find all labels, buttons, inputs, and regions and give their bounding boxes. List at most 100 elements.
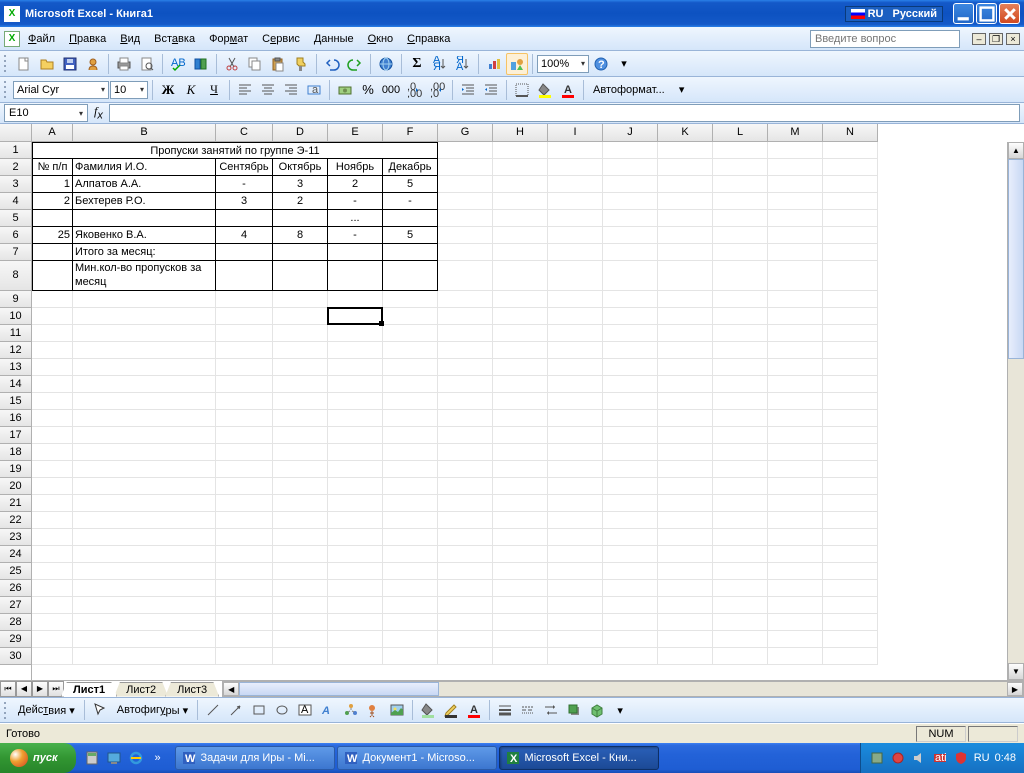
cell[interactable]: ... [328,210,383,227]
row-header[interactable]: 10 [0,308,31,325]
cell[interactable] [383,580,438,597]
cell[interactable] [273,376,328,393]
cell[interactable] [658,359,713,376]
cell[interactable]: 3 [273,176,328,193]
cell[interactable] [603,563,658,580]
row-headers[interactable]: 1234567891011121314151617181920212223242… [0,142,32,680]
fx-icon[interactable]: fx [94,104,103,121]
cell[interactable] [273,427,328,444]
print-icon[interactable] [113,53,135,75]
col-header-C[interactable]: C [216,124,273,142]
cell[interactable] [328,546,383,563]
cell[interactable] [768,580,823,597]
cell[interactable] [383,461,438,478]
cell[interactable] [548,176,603,193]
cell[interactable] [383,631,438,648]
diagram-icon[interactable] [340,699,362,721]
doc-excel-icon[interactable]: X [4,31,20,47]
line-style-icon[interactable] [494,699,516,721]
row-header[interactable]: 22 [0,512,31,529]
cell[interactable] [548,376,603,393]
cell[interactable] [73,427,216,444]
cell[interactable] [603,393,658,410]
ql-chevron-icon[interactable]: » [148,747,168,769]
cell[interactable] [768,193,823,210]
cell[interactable] [383,325,438,342]
cell[interactable] [713,461,768,478]
cell[interactable] [328,410,383,427]
cell[interactable] [73,563,216,580]
cell[interactable]: Яковенко В.А. [73,227,216,244]
3d-icon[interactable] [586,699,608,721]
cell[interactable] [216,393,273,410]
cut-icon[interactable] [221,53,243,75]
help-icon[interactable]: ? [590,53,612,75]
save-icon[interactable] [59,53,81,75]
cell[interactable] [658,495,713,512]
cell[interactable] [32,444,73,461]
row-header[interactable]: 5 [0,210,31,227]
cell[interactable] [603,495,658,512]
cell[interactable]: 5 [383,227,438,244]
cell[interactable] [768,631,823,648]
cell[interactable] [713,597,768,614]
cell[interactable] [216,342,273,359]
task-excel[interactable]: XMicrosoft Excel - Кни... [499,746,659,770]
cell[interactable] [823,359,878,376]
cell[interactable] [273,342,328,359]
cell[interactable] [658,461,713,478]
cell[interactable] [658,244,713,261]
cell[interactable] [603,359,658,376]
cell[interactable] [603,291,658,308]
cell[interactable] [713,227,768,244]
cell[interactable] [768,648,823,665]
col-header-D[interactable]: D [273,124,328,142]
cell[interactable] [658,444,713,461]
cell[interactable] [73,359,216,376]
cell[interactable] [823,563,878,580]
close-button[interactable] [999,3,1020,24]
cell[interactable]: Декабрь [383,159,438,176]
cell[interactable] [32,376,73,393]
cell[interactable] [493,444,548,461]
row-header[interactable]: 20 [0,478,31,495]
cell[interactable]: 1 [32,176,73,193]
cell[interactable] [658,342,713,359]
sort-asc-icon[interactable]: АЯ [429,53,451,75]
cell[interactable] [823,410,878,427]
select-all-corner[interactable] [0,124,32,142]
cell[interactable] [603,376,658,393]
cell[interactable] [273,244,328,261]
cell[interactable] [438,580,493,597]
cell[interactable] [216,427,273,444]
cell[interactable]: Бехтерев Р.О. [73,193,216,210]
cell[interactable] [823,444,878,461]
formula-input[interactable] [109,104,1020,122]
cell[interactable] [548,359,603,376]
cell[interactable] [823,308,878,325]
fill-color-icon[interactable] [417,699,439,721]
cell[interactable] [768,427,823,444]
scroll-up-button[interactable]: ▲ [1008,142,1024,159]
italic-button[interactable]: К [180,79,202,101]
cell[interactable] [73,631,216,648]
cell[interactable] [32,563,73,580]
cell[interactable] [438,261,493,291]
cell[interactable] [73,648,216,665]
cell[interactable] [438,529,493,546]
zoom-combo[interactable]: 100% [537,55,589,73]
cell[interactable] [73,614,216,631]
cell[interactable] [273,308,328,325]
line-icon[interactable] [202,699,224,721]
rectangle-icon[interactable] [248,699,270,721]
cell[interactable] [548,631,603,648]
cell[interactable] [603,597,658,614]
col-header-L[interactable]: L [713,124,768,142]
system-tray[interactable]: ati RU 0:48 [860,743,1024,773]
cell[interactable] [548,342,603,359]
cell[interactable] [493,580,548,597]
cell[interactable] [768,444,823,461]
toolbar-grip[interactable] [4,700,9,720]
cell[interactable] [823,376,878,393]
cell[interactable] [438,631,493,648]
